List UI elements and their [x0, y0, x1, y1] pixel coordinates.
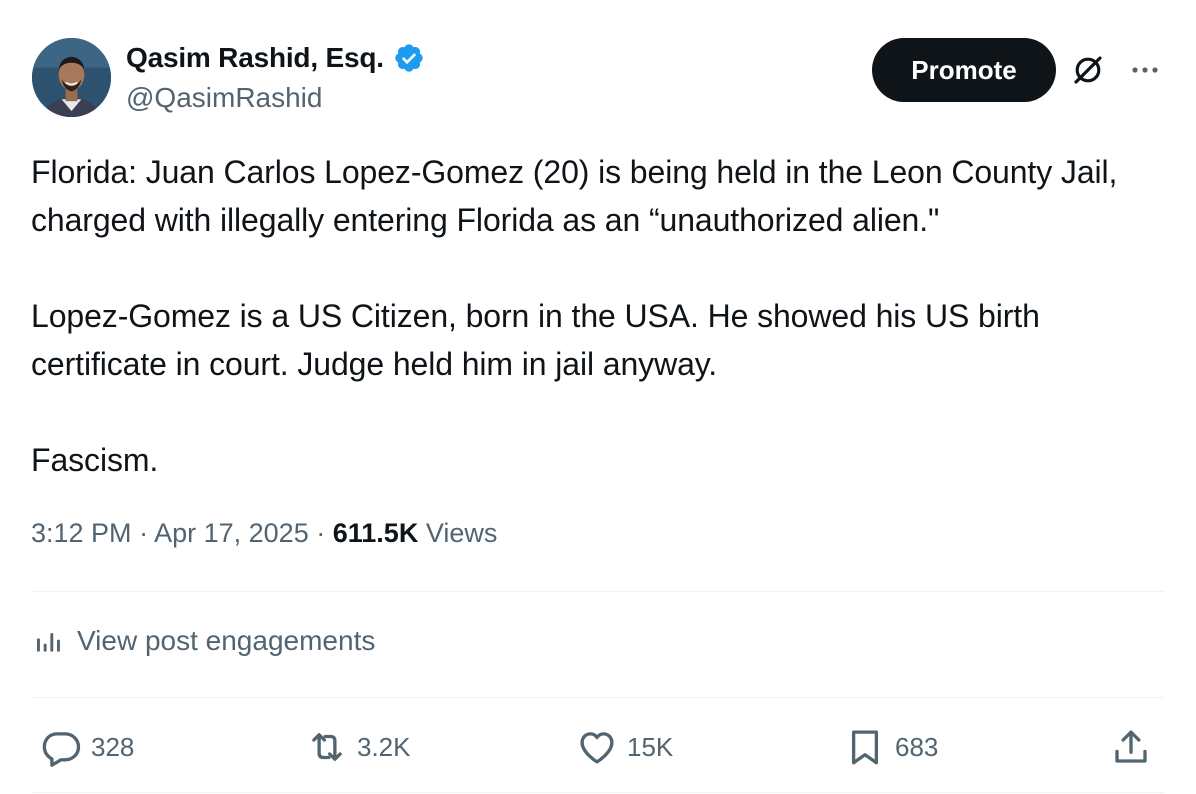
like-count: 15K — [627, 731, 674, 762]
views-label: Views — [425, 518, 498, 548]
reply-button[interactable]: 328 — [40, 722, 134, 772]
repost-button[interactable]: 3.2K — [306, 722, 411, 772]
heart-icon — [580, 732, 614, 764]
author-display-name[interactable]: Qasim Rashid, Esq. — [126, 42, 384, 74]
views-count: 611.5K — [332, 518, 419, 548]
divider — [32, 792, 1164, 793]
view-engagements-label[interactable]: View post engagements — [77, 625, 375, 657]
repost-icon — [312, 733, 342, 761]
reply-count: 328 — [91, 731, 135, 762]
post-text: Florida: Juan Carlos Lopez-Gomez (20) is… — [31, 148, 1171, 484]
action-bar: 328 3.2K 15K 683 — [0, 722, 1196, 772]
like-button[interactable]: 15K — [576, 722, 673, 772]
post-time[interactable]: 3:12 PM — [31, 518, 132, 548]
view-engagements-link[interactable]: View post engagements — [33, 625, 375, 657]
analytics-icon — [37, 633, 60, 652]
post-paragraph: Lopez-Gomez is a US Citizen, born in the… — [31, 298, 1040, 382]
more-options-icon[interactable] — [1128, 58, 1162, 82]
post-paragraph: Fascism. — [31, 442, 159, 478]
bookmark-icon — [851, 730, 879, 765]
bookmark-count: 683 — [895, 731, 939, 762]
meta-separator: · — [316, 518, 326, 548]
verified-badge-icon[interactable] — [393, 42, 425, 74]
post-meta: 3:12 PM · Apr 17, 2025 · 611.5K Views — [31, 518, 497, 549]
repost-count: 3.2K — [357, 731, 411, 762]
divider — [32, 591, 1164, 592]
share-icon — [1115, 730, 1147, 763]
share-button[interactable] — [1110, 722, 1152, 772]
post-date[interactable]: Apr 17, 2025 — [154, 518, 309, 548]
reply-icon — [42, 732, 81, 767]
divider — [32, 697, 1164, 698]
author-handle[interactable]: @QasimRashid — [126, 82, 322, 114]
promote-button[interactable]: Promote — [872, 38, 1056, 102]
grok-icon[interactable] — [1070, 52, 1106, 88]
post-paragraph: Florida: Juan Carlos Lopez-Gomez (20) is… — [31, 154, 1118, 238]
bookmark-button[interactable]: 683 — [844, 722, 938, 772]
avatar-image — [32, 38, 111, 117]
meta-separator: · — [139, 518, 149, 548]
avatar[interactable] — [32, 38, 111, 117]
author-name-row[interactable]: Qasim Rashid, Esq. — [126, 42, 425, 74]
